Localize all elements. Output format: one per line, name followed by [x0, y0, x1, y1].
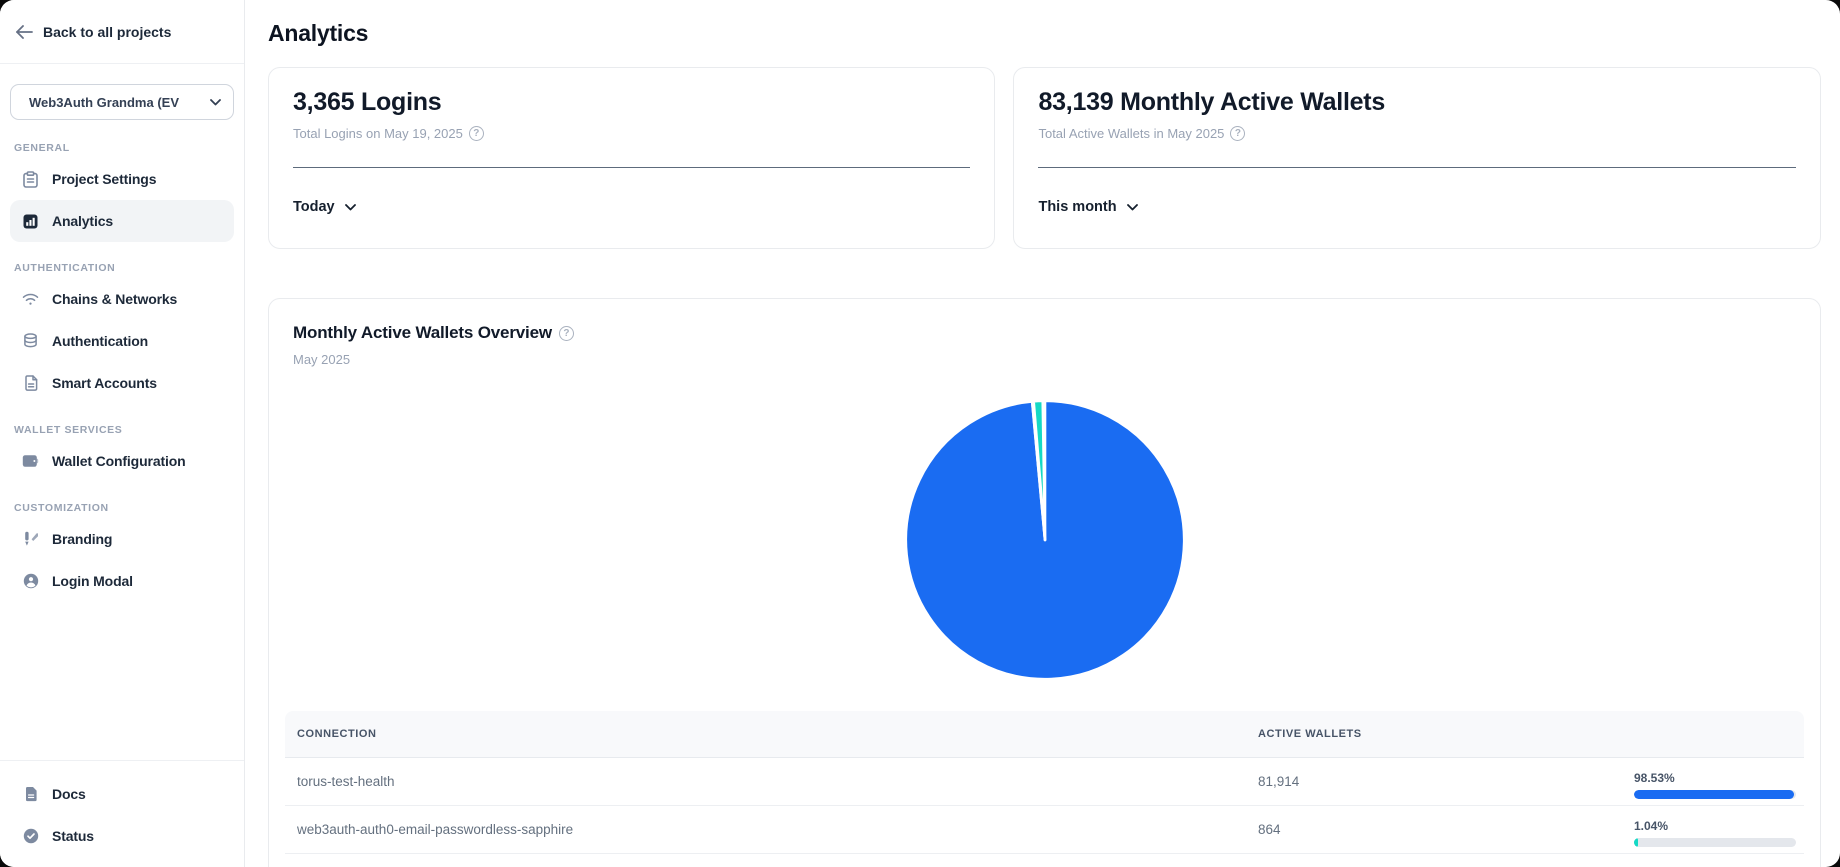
back-to-projects-label: Back to all projects [43, 24, 171, 40]
sidebar-item-wallet-configuration[interactable]: Wallet Configuration [10, 440, 234, 482]
connection-name: web3auth-auth0-email-passwordless-sapphi… [285, 822, 1246, 837]
user-circle-icon [22, 573, 39, 590]
connections-table: CONNECTION ACTIVE WALLETS torus-test-hea… [285, 711, 1804, 867]
connection-name: torus-test-health [285, 774, 1246, 789]
sidebar-item-label: Smart Accounts [52, 375, 157, 391]
sidebar: Back to all projects Web3Auth Grandma (E… [0, 0, 245, 867]
active-wallets-value: 81,914 [1246, 774, 1634, 789]
page-title: Analytics [268, 20, 1821, 47]
sidebar-footer: Docs Status [0, 760, 244, 867]
sidebar-item-authentication[interactable]: Authentication [10, 320, 234, 362]
chevron-down-icon [210, 99, 221, 106]
active-wallets-headline: 83,139 Monthly Active Wallets [1038, 88, 1796, 117]
main-content: Analytics 3,365 Logins Total Logins on M… [245, 0, 1840, 867]
sidebar-item-project-settings[interactable]: Project Settings [10, 158, 234, 200]
share-bar [1634, 790, 1796, 799]
sidebar-item-login-modal[interactable]: Login Modal [10, 560, 234, 602]
wallet-icon [22, 453, 39, 470]
help-icon[interactable]: ? [559, 326, 574, 341]
sidebar-item-label: Wallet Configuration [52, 453, 186, 469]
chevron-down-icon [1127, 204, 1138, 211]
sidebar-item-label: Chains & Networks [52, 291, 177, 307]
chevron-down-icon [345, 204, 356, 211]
active-wallets-card: 83,139 Monthly Active Wallets Total Acti… [1013, 67, 1821, 249]
section-label-customization: CUSTOMIZATION [14, 502, 234, 514]
project-selector[interactable]: Web3Auth Grandma (EV [10, 84, 234, 120]
analytics-icon [22, 213, 39, 230]
card-divider [293, 167, 970, 168]
wallets-overview-card: Monthly Active Wallets Overview ? May 20… [268, 298, 1821, 867]
pie-chart-svg [900, 395, 1190, 685]
sidebar-item-branding[interactable]: Branding [10, 518, 234, 560]
card-divider [1038, 167, 1796, 168]
sidebar-item-label: Docs [52, 786, 86, 802]
share-percent: 98.53% [1634, 771, 1796, 785]
col-header-share [1634, 711, 1804, 757]
sidebar-item-status[interactable]: Status [10, 815, 234, 857]
document-icon [22, 375, 39, 392]
sidebar-item-label: Analytics [52, 213, 113, 229]
chart-title: Monthly Active Wallets Overview [293, 323, 552, 343]
help-icon[interactable]: ? [469, 126, 484, 141]
stat-cards-row: 3,365 Logins Total Logins on May 19, 202… [268, 67, 1821, 249]
docs-icon [22, 786, 39, 803]
share-cell: 0.17% [1634, 861, 1804, 867]
chart-subtitle: May 2025 [285, 352, 1804, 367]
share-cell: 98.53% [1634, 765, 1804, 799]
app-window: Back to all projects Web3Auth Grandma (E… [0, 0, 1840, 867]
sidebar-item-label: Status [52, 828, 94, 844]
brush-icon [22, 531, 39, 548]
sidebar-item-label: Branding [52, 531, 112, 547]
logins-headline: 3,365 Logins [293, 88, 970, 117]
pie-chart[interactable] [285, 395, 1804, 685]
active-wallets-subtitle: Total Active Wallets in May 2025 [1038, 126, 1224, 141]
table-header: CONNECTION ACTIVE WALLETS [285, 711, 1804, 758]
table-row: torus-test-health 81,914 98.53% [285, 758, 1804, 806]
active-wallets-value: 864 [1246, 822, 1634, 837]
project-selector-value: Web3Auth Grandma (EV [29, 95, 179, 110]
table-row: web3auth-google-sapphire 145 0.17% [285, 854, 1804, 867]
help-icon[interactable]: ? [1230, 126, 1245, 141]
logins-subtitle: Total Logins on May 19, 2025 [293, 126, 463, 141]
signal-icon [22, 291, 39, 308]
sidebar-item-smart-accounts[interactable]: Smart Accounts [10, 362, 234, 404]
back-arrow-icon [16, 25, 33, 39]
section-label-wallet-services: WALLET SERVICES [14, 424, 234, 436]
sidebar-item-label: Project Settings [52, 171, 156, 187]
sidebar-item-analytics[interactable]: Analytics [10, 200, 234, 242]
logins-card: 3,365 Logins Total Logins on May 19, 202… [268, 67, 995, 249]
database-icon [22, 333, 39, 350]
logins-range-value: Today [293, 199, 335, 215]
active-wallets-range-value: This month [1038, 199, 1116, 215]
sidebar-item-label: Login Modal [52, 573, 133, 589]
active-wallets-range-dropdown[interactable]: This month [1038, 199, 1137, 215]
sidebar-item-chains-networks[interactable]: Chains & Networks [10, 278, 234, 320]
col-header-active-wallets: ACTIVE WALLETS [1246, 711, 1634, 757]
table-row: web3auth-auth0-email-passwordless-sapphi… [285, 806, 1804, 854]
sidebar-nav: GENERAL Project Settings Analytics AUTHE… [0, 122, 244, 760]
share-bar [1634, 838, 1796, 847]
clipboard-icon [22, 171, 39, 188]
back-to-projects-link[interactable]: Back to all projects [0, 0, 244, 64]
section-label-general: GENERAL [14, 142, 234, 154]
check-circle-icon [22, 828, 39, 845]
sidebar-item-docs[interactable]: Docs [10, 773, 234, 815]
share-cell: 1.04% [1634, 813, 1804, 847]
section-label-authentication: AUTHENTICATION [14, 262, 234, 274]
share-percent: 1.04% [1634, 819, 1796, 833]
col-header-connection: CONNECTION [285, 711, 1246, 757]
logins-range-dropdown[interactable]: Today [293, 199, 356, 215]
sidebar-item-label: Authentication [52, 333, 148, 349]
